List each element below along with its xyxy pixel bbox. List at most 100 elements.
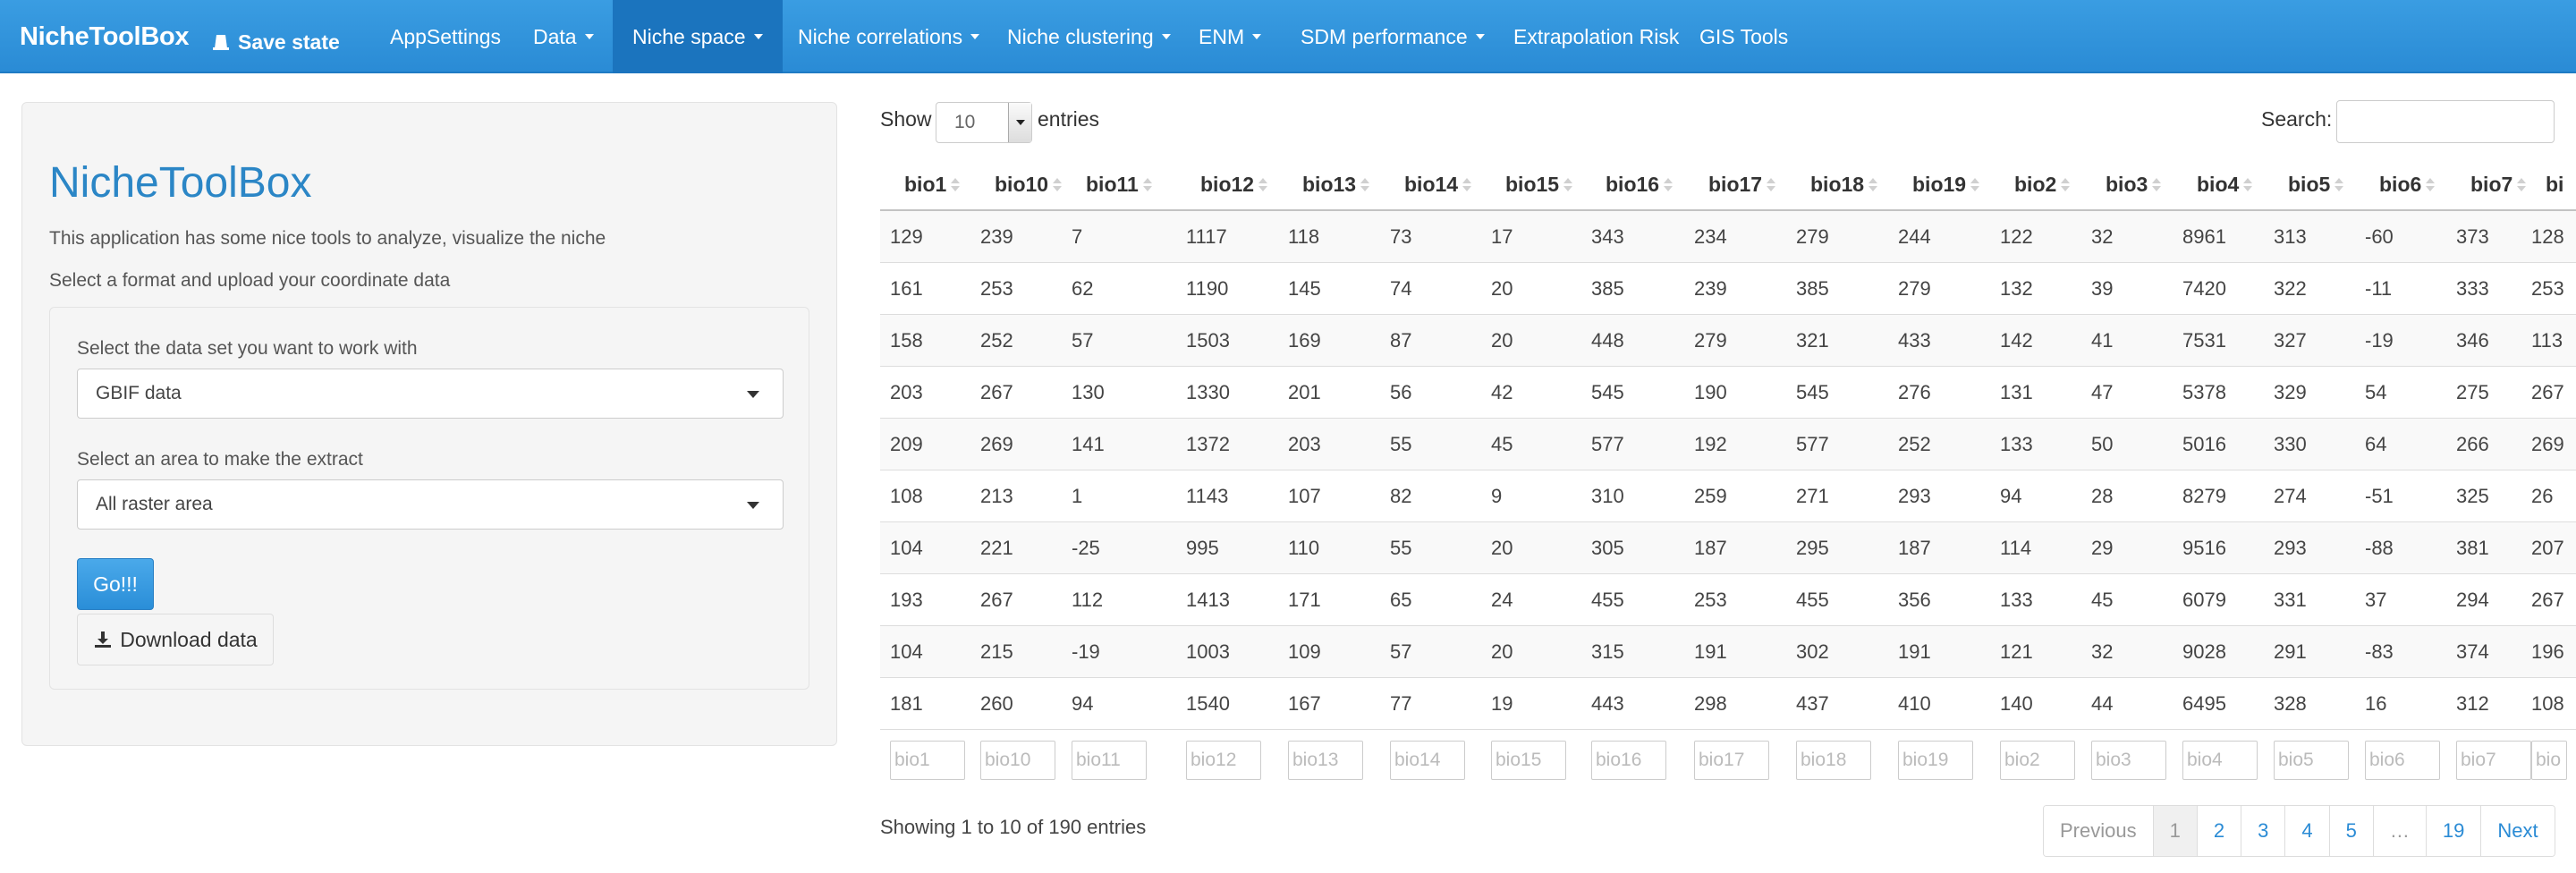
app-description: This application has some nice tools to … [49, 228, 606, 249]
column-header-bio11[interactable]: bio11 [1086, 157, 1152, 211]
table-row[interactable]: 108 213 1 1143 107 82 9 310 259 271 293 94 28 8279 274… [880, 470, 2576, 522]
nav-niche-correlations[interactable]: Niche correlations [778, 0, 999, 73]
column-header-bio10[interactable]: bio10 [995, 157, 1063, 211]
column-filter-input[interactable]: bio18 [1796, 741, 1871, 780]
column-filter-input[interactable]: bio3 [2091, 741, 2166, 780]
dataset-select[interactable]: GBIF data [77, 369, 784, 419]
bookmark-icon [213, 35, 229, 50]
column-header-bi[interactable]: bi [2546, 157, 2563, 211]
nav-niche-space[interactable]: Niche space [613, 0, 783, 73]
column-filter-input[interactable]: bio13 [1288, 741, 1363, 780]
download-data-button[interactable]: Download data [77, 614, 274, 665]
download-icon [95, 631, 112, 648]
nav-appsettings[interactable]: AppSettings [370, 0, 521, 73]
table-cell: 181 [890, 692, 923, 715]
column-filter-input[interactable]: bio [2531, 741, 2567, 780]
column-header-bio17[interactable]: bio17 [1708, 157, 1776, 211]
column-header-label: bi [2546, 173, 2564, 196]
table-cell: 346 [2456, 329, 2489, 352]
column-filter-input[interactable]: bio15 [1491, 741, 1566, 780]
table-cell: 455 [1591, 589, 1624, 611]
table-row[interactable]: 181 260 94 1540 167 77 19 443 298 437 410 140 44 6495… [880, 678, 2576, 730]
column-header-bio5[interactable]: bio5 [2288, 157, 2344, 211]
search-input[interactable] [2336, 100, 2555, 143]
table-cell: 298 [1694, 692, 1727, 715]
nav-label: Niche space [632, 25, 746, 48]
column-filter-input[interactable]: bio16 [1591, 741, 1666, 780]
table-row[interactable]: 161 253 62 1190 145 74 20 385 239 385 279 132 39 7420… [880, 263, 2576, 315]
page-button-4[interactable]: 4 [2284, 806, 2329, 856]
navbar-brand[interactable]: NicheToolBox [20, 0, 190, 73]
table-row[interactable]: 158 252 57 1503 169 87 20 448 279 321 433 142 41 7531… [880, 315, 2576, 367]
page-length-value: 10 [954, 112, 976, 132]
area-select[interactable]: All raster area [77, 479, 784, 530]
column-filter-input[interactable]: bio4 [2182, 741, 2258, 780]
navbar: NicheToolBox Save state AppSettings Data… [0, 0, 2576, 73]
table-cell: 108 [890, 485, 923, 507]
nav-enm[interactable]: ENM [1179, 0, 1281, 73]
column-filter-input[interactable]: bio7 [2456, 741, 2531, 780]
column-header-bio1[interactable]: bio1 [904, 157, 961, 211]
column-header-bio16[interactable]: bio16 [1606, 157, 1674, 211]
column-header-bio14[interactable]: bio14 [1404, 157, 1472, 211]
column-header-bio4[interactable]: bio4 [2197, 157, 2253, 211]
nav-gis-tools[interactable]: GIS Tools [1680, 0, 1808, 73]
column-header-bio15[interactable]: bio15 [1505, 157, 1573, 211]
sort-icon [2243, 178, 2253, 192]
go-button[interactable]: Go!!! [77, 558, 154, 610]
table-cell: 209 [890, 433, 923, 455]
next-page-button[interactable]: Next [2480, 806, 2555, 856]
page-button-3[interactable]: 3 [2241, 806, 2285, 856]
page-button-2[interactable]: 2 [2196, 806, 2241, 856]
controls-well: Select the data set you want to work wit… [49, 307, 809, 690]
column-header-bio19[interactable]: bio19 [1912, 157, 1980, 211]
column-header-bio6[interactable]: bio6 [2379, 157, 2436, 211]
column-filter-input[interactable]: bio2 [2000, 741, 2075, 780]
page-length-select[interactable]: 10 [936, 102, 1032, 143]
nav-extrapolation-risk[interactable]: Extrapolation Risk [1494, 0, 1699, 73]
column-header-label: bio11 [1086, 173, 1139, 196]
column-header-bio12[interactable]: bio12 [1200, 157, 1268, 211]
table-cell: 215 [980, 640, 1013, 663]
column-header-bio7[interactable]: bio7 [2470, 157, 2527, 211]
table-cell: 443 [1591, 692, 1624, 715]
page-button-1[interactable]: 1 [2152, 806, 2197, 856]
column-filter-input[interactable]: bio11 [1072, 741, 1147, 780]
table-row[interactable]: 104 215 -19 1003 109 57 20 315 191 302 191 121 32 902… [880, 626, 2576, 678]
table-cell: 19 [1491, 692, 1513, 715]
table-row[interactable]: 193 267 112 1413 171 65 24 455 253 455 356 133 45 607… [880, 574, 2576, 626]
column-filter-input[interactable]: bio10 [980, 741, 1055, 780]
nav-sdm-performance[interactable]: SDM performance [1281, 0, 1504, 73]
table-cell: 16 [2365, 692, 2387, 715]
column-filter-input[interactable]: bio12 [1186, 741, 1261, 780]
table-cell: 187 [1898, 537, 1931, 559]
table-cell: 39 [2091, 277, 2114, 300]
column-header-bio3[interactable]: bio3 [2106, 157, 2162, 211]
table-row[interactable]: 104 221 -25 995 110 55 20 305 187 295 187 114 29 9516… [880, 522, 2576, 574]
page-button-5[interactable]: 5 [2328, 806, 2373, 856]
previous-page-button[interactable]: Previous [2044, 806, 2153, 856]
table-row[interactable]: 129 239 7 1117 118 73 17 343 234 279 244 122 32 8961 3… [880, 211, 2576, 263]
column-filter-input[interactable]: bio1 [890, 741, 965, 780]
table-row[interactable]: 203 267 130 1330 201 56 42 545 190 545 276 131 47 537… [880, 367, 2576, 419]
column-filter-input[interactable]: bio14 [1390, 741, 1465, 780]
nav-data[interactable]: Data [513, 0, 614, 73]
column-header-label: bio7 [2470, 173, 2513, 196]
column-header-bio2[interactable]: bio2 [2014, 157, 2071, 211]
table-cell: 356 [1898, 589, 1931, 611]
table-cell: 169 [1288, 329, 1321, 352]
column-header-bio13[interactable]: bio13 [1302, 157, 1370, 211]
page-button-19[interactable]: 19 [2425, 806, 2481, 856]
column-filter-input[interactable]: bio6 [2365, 741, 2440, 780]
column-filter-input[interactable]: bio19 [1898, 741, 1973, 780]
column-filter-input[interactable]: bio17 [1694, 741, 1769, 780]
table-cell: 191 [1694, 640, 1727, 663]
table-cell: 275 [2456, 381, 2489, 403]
save-state-button[interactable]: Save state [211, 5, 340, 79]
table-cell: 293 [1898, 485, 1931, 507]
nav-niche-clustering[interactable]: Niche clustering [987, 0, 1191, 73]
table-row[interactable]: 209 269 141 1372 203 55 45 577 192 577 252 133 50 501… [880, 419, 2576, 470]
column-filter-input[interactable]: bio5 [2274, 741, 2349, 780]
sort-icon [1563, 178, 1573, 192]
column-header-bio18[interactable]: bio18 [1810, 157, 1878, 211]
